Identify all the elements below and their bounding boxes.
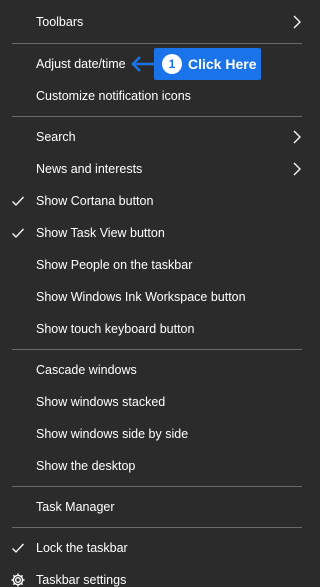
menu-item-show-the-desktop[interactable]: Show the desktop xyxy=(0,450,313,482)
checkmark-icon xyxy=(12,196,24,206)
menu-item-label: Taskbar settings xyxy=(36,573,127,587)
menu-item-label: Cascade windows xyxy=(36,363,137,377)
menu-item-label: Task Manager xyxy=(36,500,115,514)
menu-item-show-ink-workspace[interactable]: Show Windows Ink Workspace button xyxy=(0,281,313,313)
menu-item-label: Show Cortana button xyxy=(36,194,154,208)
menu-item-label: Show the desktop xyxy=(36,459,136,473)
arrow-left-icon xyxy=(131,56,155,72)
menu-separator xyxy=(12,486,302,487)
menu-item-label: News and interests xyxy=(36,162,143,176)
menu-item-show-windows-stacked[interactable]: Show windows stacked xyxy=(0,386,313,418)
menu-item-news-and-interests[interactable]: News and interests xyxy=(0,153,313,185)
menu-item-label: Lock the taskbar xyxy=(36,541,128,555)
menu-item-label: Show People on the taskbar xyxy=(36,258,193,272)
menu-item-label: Show windows side by side xyxy=(36,427,189,441)
menu-item-label: Show windows stacked xyxy=(36,395,166,409)
taskbar-context-menu: Toolbars Adjust date/time Customize noti… xyxy=(0,0,313,587)
menu-item-label: Search xyxy=(36,130,76,144)
menu-item-show-windows-side-by-side[interactable]: Show windows side by side xyxy=(0,418,313,450)
menu-item-show-people[interactable]: Show People on the taskbar xyxy=(0,249,313,281)
step-number-badge: 1 xyxy=(162,54,182,74)
chevron-right-icon xyxy=(293,15,301,29)
gear-icon xyxy=(11,573,25,587)
menu-item-label: Customize notification icons xyxy=(36,89,191,103)
chevron-right-icon xyxy=(293,130,301,144)
menu-item-search[interactable]: Search xyxy=(0,121,313,153)
menu-item-label: Show Task View button xyxy=(36,226,165,240)
callout-box: 1 Click Here xyxy=(154,48,261,80)
menu-separator xyxy=(12,43,302,44)
menu-item-cascade-windows[interactable]: Cascade windows xyxy=(0,354,313,386)
menu-item-toolbars[interactable]: Toolbars xyxy=(0,6,313,38)
chevron-right-icon xyxy=(293,162,301,176)
menu-item-show-task-view-button[interactable]: Show Task View button xyxy=(0,217,313,249)
menu-separator xyxy=(12,527,302,528)
menu-item-label: Show touch keyboard button xyxy=(36,322,195,336)
menu-item-show-touch-keyboard[interactable]: Show touch keyboard button xyxy=(0,313,313,345)
menu-item-taskbar-settings[interactable]: Taskbar settings xyxy=(0,564,313,587)
callout-text: Click Here xyxy=(188,56,257,72)
menu-item-customize-notification-icons[interactable]: Customize notification icons xyxy=(0,80,313,112)
menu-separator xyxy=(12,116,302,117)
menu-item-label: Show Windows Ink Workspace button xyxy=(36,290,246,304)
menu-item-lock-the-taskbar[interactable]: Lock the taskbar xyxy=(0,532,313,564)
checkmark-icon xyxy=(12,228,24,238)
menu-item-label: Toolbars xyxy=(36,15,84,29)
menu-separator xyxy=(12,349,302,350)
menu-item-task-manager[interactable]: Task Manager xyxy=(0,491,313,523)
menu-item-show-cortana-button[interactable]: Show Cortana button xyxy=(0,185,313,217)
menu-item-label: Adjust date/time xyxy=(36,57,126,71)
checkmark-icon xyxy=(12,543,24,553)
